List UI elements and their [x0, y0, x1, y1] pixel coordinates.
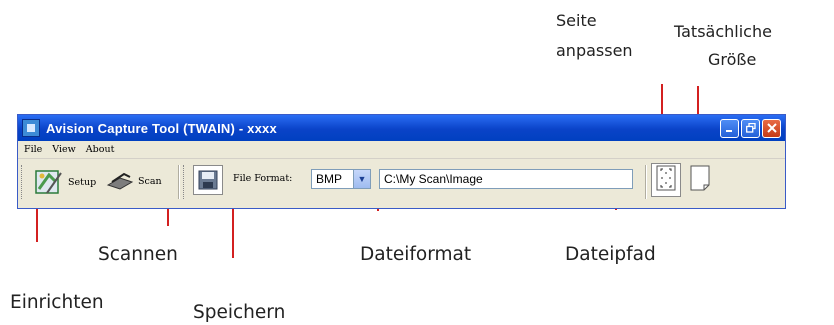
- toolbar-grip[interactable]: [21, 165, 25, 199]
- chevron-down-icon[interactable]: ▼: [353, 170, 370, 188]
- save-button[interactable]: [193, 165, 223, 195]
- callout-dateipfad: Dateipfad: [565, 244, 656, 265]
- toolbar: Setup Scan File Format: BMP ▼ C:\My Scan…: [18, 159, 785, 205]
- save-icon: [193, 165, 223, 195]
- menu-view[interactable]: View: [52, 144, 76, 155]
- window-title: Avision Capture Tool (TWAIN) - xxxx: [46, 120, 277, 136]
- toolbar-separator: [178, 165, 180, 199]
- scan-icon: [106, 170, 134, 192]
- callout-dateiformat: Dateiformat: [360, 244, 472, 265]
- callout-einrichten: Einrichten: [10, 292, 104, 313]
- restore-icon[interactable]: [741, 118, 760, 138]
- scan-label: Scan: [138, 175, 162, 187]
- setup-icon: [32, 166, 66, 198]
- minimize-icon[interactable]: [720, 118, 739, 138]
- callout-seite-anpassen: Seite anpassen: [556, 11, 633, 60]
- callout-tatsaechliche: Tatsächliche: [674, 22, 772, 41]
- file-format-select[interactable]: BMP ▼: [311, 169, 371, 189]
- toolbar-grip-2[interactable]: [183, 165, 187, 199]
- callout-scannen: Scannen: [98, 244, 178, 265]
- fit-page-button[interactable]: [651, 163, 681, 197]
- callout-groesse: Größe: [708, 50, 757, 69]
- actual-size-icon: [690, 165, 710, 196]
- scan-button[interactable]: Scan: [106, 170, 162, 192]
- app-window: Avision Capture Tool (TWAIN) - xxxx File…: [17, 114, 786, 209]
- file-path-field[interactable]: C:\My Scan\Image: [379, 169, 633, 189]
- toolbar-separator-2: [645, 165, 647, 199]
- menu-file[interactable]: File: [24, 144, 42, 155]
- menu-bar: File View About: [18, 141, 785, 159]
- actual-size-button[interactable]: [685, 163, 715, 197]
- file-format-value: BMP: [316, 172, 343, 186]
- app-icon: [22, 119, 40, 137]
- file-path-value: C:\My Scan\Image: [384, 172, 483, 186]
- setup-label: Setup: [68, 176, 97, 188]
- file-format-label: File Format:: [233, 173, 293, 184]
- title-bar[interactable]: Avision Capture Tool (TWAIN) - xxxx: [18, 115, 785, 141]
- callout-speichern: Speichern: [193, 302, 286, 323]
- menu-about[interactable]: About: [86, 144, 115, 155]
- close-icon[interactable]: [762, 118, 781, 138]
- setup-button[interactable]: Setup: [32, 166, 96, 198]
- fit-page-icon: [656, 165, 676, 196]
